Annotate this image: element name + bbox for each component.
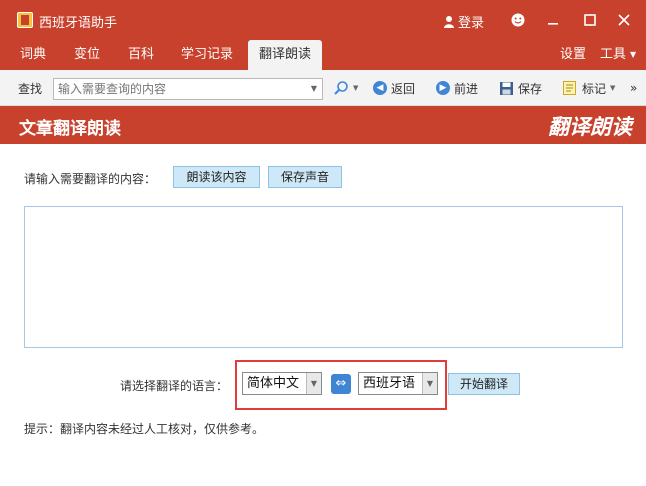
save-sound-button[interactable]: 保存声音: [268, 166, 342, 188]
chevron-down-icon: ▼: [610, 84, 616, 92]
tab-translate-read[interactable]: 翻译朗读: [248, 40, 322, 70]
forward-button[interactable]: ▶ 前进: [436, 77, 478, 99]
tools-label: 工具: [600, 47, 627, 62]
forward-icon: ▶: [436, 81, 450, 95]
maximize-icon[interactable]: [580, 10, 600, 30]
save-button[interactable]: 保存: [499, 77, 542, 99]
section-header: 文章翻译朗读 翻译朗读: [0, 106, 646, 144]
user-icon: [444, 16, 454, 28]
back-icon: ◀: [373, 81, 387, 95]
language-select-label: 请选择翻译的语言：: [120, 379, 229, 393]
tab-conjugation[interactable]: 变位: [64, 40, 110, 70]
hint-text: 提示：翻译内容未经过人工核对，仅供参考。: [24, 422, 265, 436]
tab-dictionary[interactable]: 词典: [10, 40, 56, 70]
tab-encyclopedia[interactable]: 百科: [118, 40, 164, 70]
close-icon[interactable]: [614, 10, 634, 30]
tools-menu[interactable]: 工具 ▼: [600, 40, 636, 70]
settings-menu[interactable]: 设置: [560, 40, 586, 70]
save-label: 保存: [518, 81, 543, 96]
chevron-down-icon: ▼: [353, 84, 359, 92]
more-icon[interactable]: »: [630, 77, 637, 99]
back-button[interactable]: ◀ 返回: [373, 77, 415, 99]
search-button[interactable]: ▼: [333, 77, 358, 99]
input-prompt-label: 请输入需要翻译的内容：: [24, 172, 157, 186]
login-label: 登录: [458, 16, 485, 31]
mark-button[interactable]: 标记 ▼: [562, 77, 615, 99]
smiley-icon[interactable]: [508, 10, 528, 30]
search-label: 查找: [18, 82, 43, 96]
menu-bar: 词典 变位 百科 学习记录 翻译朗读 设置 工具 ▼: [0, 40, 646, 70]
forward-label: 前进: [454, 81, 479, 96]
back-label: 返回: [391, 81, 416, 96]
page-title: 文章翻译朗读: [19, 119, 121, 139]
tab-study-record[interactable]: 学习记录: [173, 40, 241, 70]
app-title: 西班牙语助手: [39, 16, 118, 31]
read-aloud-button[interactable]: 朗读该内容: [173, 166, 260, 188]
title-bar: 西班牙语助手 登录: [0, 0, 646, 40]
search-input[interactable]: [53, 78, 323, 100]
login-button[interactable]: 登录: [443, 12, 484, 31]
bookmark-icon: [563, 81, 576, 95]
start-translate-button[interactable]: 开始翻译: [448, 373, 520, 395]
save-icon: [500, 81, 513, 95]
app-logo-icon: [17, 12, 33, 28]
translation-input-area[interactable]: [24, 206, 623, 348]
search-dropdown-icon[interactable]: ▼: [307, 79, 321, 99]
minimize-icon[interactable]: [543, 10, 563, 30]
toolbar: 查找 ▼ ▼ ◀ 返回 ▶ 前进 保存 标记 ▼ »: [0, 70, 646, 106]
chevron-down-icon: ▼: [630, 50, 637, 59]
header-brand: 翻译朗读: [548, 115, 632, 139]
mark-label: 标记: [582, 81, 607, 96]
search-icon: [334, 81, 348, 95]
highlight-box: [235, 360, 447, 410]
